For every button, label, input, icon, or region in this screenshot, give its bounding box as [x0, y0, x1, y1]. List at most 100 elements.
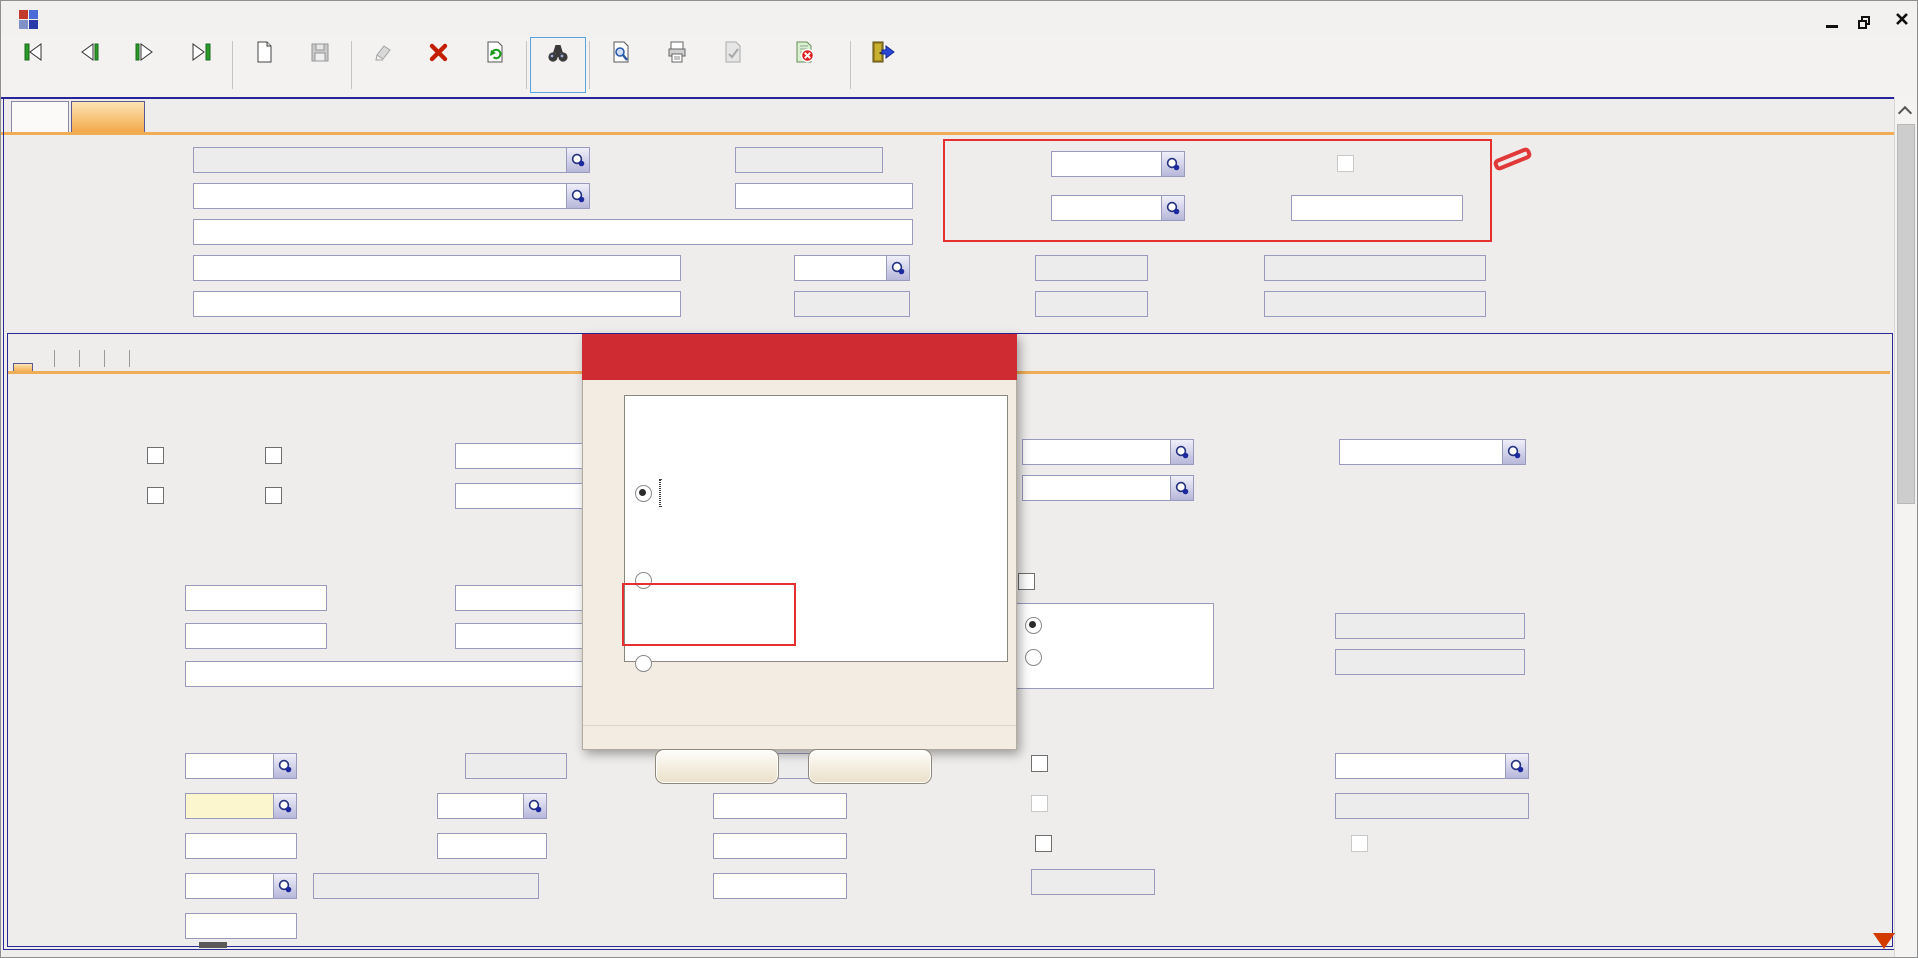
close-form-button[interactable] — [854, 37, 910, 93]
menu-interface[interactable] — [403, 6, 411, 32]
unit-time-field[interactable] — [713, 873, 847, 899]
scrollbar-thumb[interactable] — [1897, 124, 1915, 504]
preview-button[interactable] — [593, 37, 649, 93]
batch-rule-field[interactable] — [1335, 753, 1529, 779]
prev-record-button[interactable] — [61, 37, 117, 93]
last-record-icon — [189, 40, 213, 64]
menu-record[interactable] — [293, 6, 301, 32]
scroll-down-red-icon[interactable] — [1873, 933, 1895, 949]
modify-date-label — [1151, 291, 1257, 317]
first-record-button[interactable] — [5, 37, 61, 93]
supplier-code-field[interactable] — [185, 873, 297, 899]
next-record-button[interactable] — [117, 37, 173, 93]
std-cost-field[interactable] — [185, 913, 297, 939]
by-request-radio[interactable] — [1025, 617, 1042, 634]
used-batch-rule-label — [1197, 793, 1325, 819]
shelf-life-label — [931, 869, 1023, 895]
prev-record-icon — [77, 40, 101, 64]
fixed-increment-label — [1217, 649, 1325, 675]
sellable-checkbox[interactable] — [265, 447, 282, 464]
audit-icon — [721, 40, 745, 64]
lookup-icon[interactable] — [1505, 754, 1528, 778]
coding-category-field[interactable] — [193, 147, 590, 173]
item-name-field[interactable] — [193, 219, 913, 245]
order-mode-field[interactable] — [185, 753, 297, 779]
level-field[interactable] — [794, 255, 910, 281]
modifier-field — [1035, 291, 1148, 317]
backflush-checkbox[interactable] — [1018, 573, 1035, 590]
long-lead-prep-radio[interactable] — [635, 572, 652, 589]
lookup-icon[interactable] — [273, 874, 296, 898]
menu-report[interactable] — [513, 6, 521, 32]
menu-operation[interactable] — [623, 6, 631, 32]
issue-mode-groupbox — [1014, 603, 1214, 689]
lead-time-field[interactable] — [713, 793, 847, 819]
material-label — [41, 291, 186, 317]
item-short-field[interactable] — [735, 183, 913, 209]
can-build-bom-label — [179, 483, 257, 509]
restriction-field-1[interactable] — [1022, 439, 1194, 465]
producible-checkbox[interactable] — [147, 487, 164, 504]
close-button[interactable] — [1889, 5, 1915, 31]
menu-window[interactable] — [733, 6, 741, 32]
lookup-icon[interactable] — [566, 184, 589, 208]
printer-icon — [665, 40, 689, 64]
refresh-button[interactable] — [467, 37, 523, 93]
max-stock-field[interactable] — [437, 833, 547, 859]
daily-output-field[interactable] — [713, 833, 847, 859]
add-new-button[interactable] — [236, 37, 292, 93]
filter-button[interactable] — [530, 37, 586, 93]
lookup-icon[interactable] — [886, 256, 909, 280]
prep-method-field[interactable] — [185, 793, 297, 819]
item-code-field[interactable] — [193, 183, 590, 209]
menu-tgroup-erp[interactable] — [67, 6, 75, 32]
factory-flow-field[interactable] — [1339, 439, 1526, 465]
can-build-bom-checkbox[interactable] — [265, 487, 282, 504]
box-volume-field[interactable] — [185, 623, 327, 649]
used-batch-rule-field — [1335, 793, 1529, 819]
cancel-audit-button[interactable] — [761, 37, 847, 93]
tab-browse[interactable] — [11, 101, 69, 132]
manage-batch-checkbox[interactable] — [1031, 755, 1048, 772]
creator-field — [1035, 255, 1148, 281]
lookup-icon[interactable] — [1170, 476, 1193, 500]
purchase-sale-ratio-label — [361, 443, 449, 469]
purchasable-checkbox[interactable] — [147, 447, 164, 464]
lookup-icon[interactable] — [1170, 440, 1193, 464]
lookup-icon[interactable] — [1161, 152, 1184, 176]
tab-edit[interactable] — [71, 101, 145, 132]
lookup-icon[interactable] — [566, 148, 589, 172]
sales-forecast-prep-radio[interactable] — [635, 655, 652, 672]
rule-code-field[interactable] — [735, 147, 883, 173]
dialog-title-bar[interactable] — [582, 334, 1017, 380]
material-field[interactable] — [193, 291, 681, 317]
spec-field[interactable] — [193, 255, 681, 281]
lookup-icon[interactable] — [523, 794, 546, 818]
base-weight-field[interactable] — [185, 585, 327, 611]
conversion-field[interactable] — [1291, 195, 1463, 221]
minimize-button[interactable] — [1813, 5, 1839, 31]
dialog-ok-button[interactable] — [655, 749, 779, 784]
delete-button[interactable] — [411, 37, 467, 93]
min-stock-field[interactable] — [185, 833, 297, 859]
restriction-field-2[interactable] — [1022, 475, 1194, 501]
lookup-icon[interactable] — [273, 794, 296, 818]
restore-button[interactable] — [1851, 5, 1877, 31]
manage-serial-checkbox[interactable] — [1035, 835, 1052, 852]
acquire-mode-field[interactable] — [437, 793, 547, 819]
print-button[interactable] — [649, 37, 705, 93]
shelf-life-field — [1031, 869, 1155, 895]
lookup-icon[interactable] — [1161, 196, 1184, 220]
menu-help[interactable] — [845, 6, 853, 32]
base-unit-field[interactable] — [1051, 151, 1185, 177]
lookup-icon[interactable] — [1502, 440, 1525, 464]
vertical-scrollbar[interactable] — [1894, 97, 1917, 958]
mrp-prep-radio[interactable] — [635, 485, 652, 502]
dialog-close-icon[interactable] — [977, 344, 1003, 370]
lookup-icon[interactable] — [273, 754, 296, 778]
trade-unit-field[interactable] — [1051, 195, 1185, 221]
last-record-button[interactable] — [173, 37, 229, 93]
min-batch-radio[interactable] — [1025, 649, 1042, 666]
dialog-cancel-button[interactable] — [808, 749, 932, 784]
scroll-up-icon[interactable] — [1899, 105, 1911, 117]
